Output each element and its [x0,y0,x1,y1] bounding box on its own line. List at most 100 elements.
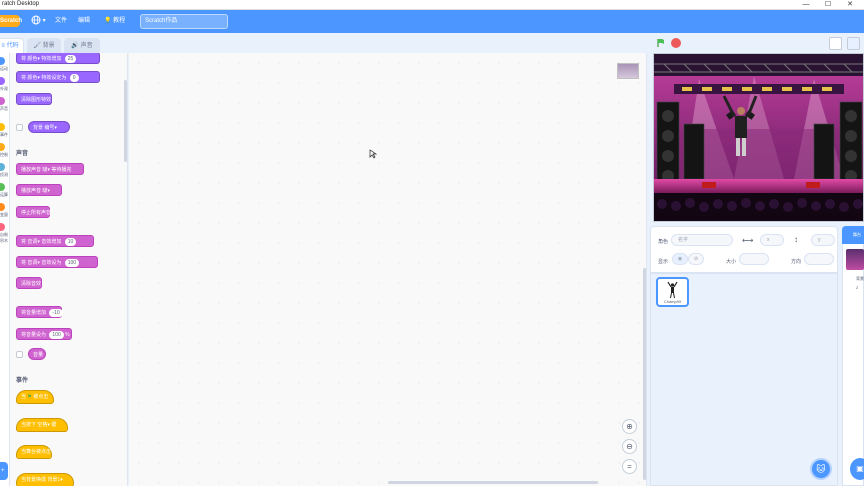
zoom-out-button[interactable]: ⊖ [622,439,637,454]
block-text: 将 [21,56,27,62]
block-text: 音效增加 [41,239,62,245]
brush-icon: 🖌 [33,43,41,49]
sprite-direction-input[interactable] [804,253,834,265]
workspace-vertical-scrollbar[interactable] [643,268,646,480]
block-start-sound[interactable]: 播放声音 啵▾ [16,184,62,196]
volume-change-input[interactable]: -10 [49,309,63,317]
stage-backdrop-thumbnail[interactable] [846,249,864,270]
category-looks[interactable] [0,77,5,85]
maximize-button[interactable]: ☐ [818,0,838,10]
project-title-input[interactable]: Scratch作品 [140,14,228,29]
sprite-tile[interactable]: Champ99 [656,277,689,307]
add-sprite-button[interactable]: 🐱 [810,458,832,480]
category-control-label: 控制 [0,152,8,157]
sound-effect-value-input[interactable]: 100 [64,259,80,267]
large-stage-button[interactable] [847,37,860,50]
palette-scrollbar[interactable] [124,80,127,162]
block-set-volume[interactable]: 将音量设为 100 % [16,328,72,340]
stage-canvas[interactable] [653,53,864,222]
block-play-sound-until-done[interactable]: 播放声音 啵▾ 等待播完 [16,163,84,175]
globe-icon [31,15,41,25]
category-operators[interactable] [0,183,5,191]
volume-checkbox[interactable] [16,351,23,358]
backdrops-count: 2 [856,285,859,290]
block-clear-effects[interactable]: 清除图形特效 [16,93,52,105]
tab-code[interactable]: ≡ 代码 [0,38,24,53]
sprite-size-input[interactable] [739,253,769,265]
block-set-effect[interactable]: 将 颜色▾ 特效设定为 0 [16,71,100,83]
effect-dropdown[interactable]: 颜色 [27,56,37,62]
block-when-key-pressed[interactable]: 当按下 空格▾ 键 [16,418,68,432]
scratch-logo[interactable]: Scratch [0,15,22,27]
effect-value-input[interactable]: 0 [69,74,79,82]
block-stop-all-sounds[interactable]: 停止所有声音 [16,206,51,218]
stop-button[interactable] [671,38,681,48]
block-clear-sound-effects[interactable]: 清除音效 [16,277,42,289]
category-sensing[interactable] [0,163,5,171]
category-sound[interactable] [0,97,5,105]
key-dropdown[interactable]: 空格 [37,422,47,428]
block-change-effect[interactable]: 将 颜色▾ 特效增加 25 [16,53,100,64]
block-text: 被点击 [33,394,49,400]
block-text: 当按下 [21,422,37,428]
close-window-button[interactable]: ✕ [840,0,860,10]
sound-effect-value-input[interactable]: 10 [64,238,77,246]
menu-file[interactable]: 文件 [55,14,67,29]
sprite-x-input[interactable]: x [760,234,784,246]
workspace-horizontal-scrollbar[interactable] [388,481,598,484]
effect-value-input[interactable]: 25 [64,55,77,63]
lightbulb-icon: 💡 [104,18,112,24]
sound-dropdown[interactable]: 啵 [42,188,47,194]
volume-set-input[interactable]: 100 [49,331,64,339]
category-events[interactable] [0,123,5,131]
add-extension-button[interactable]: + [0,462,8,480]
sound-effect-dropdown[interactable]: 音调 [27,260,37,266]
size-label: 大小 [726,259,737,265]
block-text: 当背景换成 [21,477,47,483]
small-stage-button[interactable] [829,37,842,50]
language-menu[interactable]: ▾ [31,14,46,29]
backdrop-property-dropdown[interactable]: 编号 [44,125,54,131]
script-workspace[interactable] [129,53,647,486]
block-text: 特效设定为 [41,75,67,81]
block-text: 当 [21,394,27,400]
block-change-volume[interactable]: 将音量增加 -10 [16,306,63,318]
zoom-reset-button[interactable]: = [622,459,637,474]
zoom-in-button[interactable]: ⊕ [622,419,637,434]
green-flag-button[interactable] [656,38,666,48]
block-backdrop-number[interactable]: 背景 编号▾ [28,121,70,133]
chevron-down-icon: ▾ [42,18,46,24]
category-operators-label: 运算 [0,192,8,197]
sprite-name-input[interactable]: 名字 [671,234,733,246]
tab-sounds[interactable]: 🔊 声音 [64,38,100,53]
tab-sounds-label: 声音 [80,43,93,49]
show-visible-button[interactable]: ◉ [672,253,688,265]
sound-effect-dropdown[interactable]: 音调 [27,239,37,245]
category-control[interactable] [0,143,5,151]
eye-slash-icon: ⊘ [693,256,699,262]
tab-backdrops[interactable]: 🖌 背景 [27,38,61,53]
minimize-button[interactable]: — [796,0,816,10]
category-motion[interactable] [0,57,5,65]
block-when-stage-clicked[interactable]: 当舞台被点击 [16,445,52,459]
menu-tutorials[interactable]: 💡 教程 [104,14,125,29]
block-set-sound-effect[interactable]: 将 音调▾ 音效设为 100 [16,256,98,268]
backdrop-dropdown[interactable]: 背景1 [47,477,60,483]
backdrop-number-checkbox[interactable] [16,124,23,131]
sprite-y-input[interactable]: y [811,234,835,246]
sound-dropdown[interactable]: 啵 [42,167,47,173]
category-my-blocks[interactable] [0,223,5,231]
block-when-flag-clicked[interactable]: 当 ⚑ 被点击 [16,390,54,404]
category-variables[interactable] [0,203,5,211]
block-change-sound-effect[interactable]: 将 音调▾ 音效增加 10 [16,235,94,247]
show-hidden-button[interactable]: ⊘ [688,253,704,265]
x-arrows-icon: ⟷ [742,236,754,245]
menu-edit[interactable]: 编辑 [78,14,90,29]
editor-tabs: ≡ 代码 🖌 背景 🔊 声音 [0,33,130,53]
sprite-thumbnail-icon [667,281,678,299]
effect-dropdown[interactable]: 颜色 [27,75,37,81]
block-when-backdrop-switches[interactable]: 当背景换成 背景1▾ [16,473,74,486]
add-backdrop-button[interactable]: ▣ [850,458,864,480]
block-text: 播放声音 [21,167,42,173]
block-volume-reporter[interactable]: 音量 [28,348,46,360]
